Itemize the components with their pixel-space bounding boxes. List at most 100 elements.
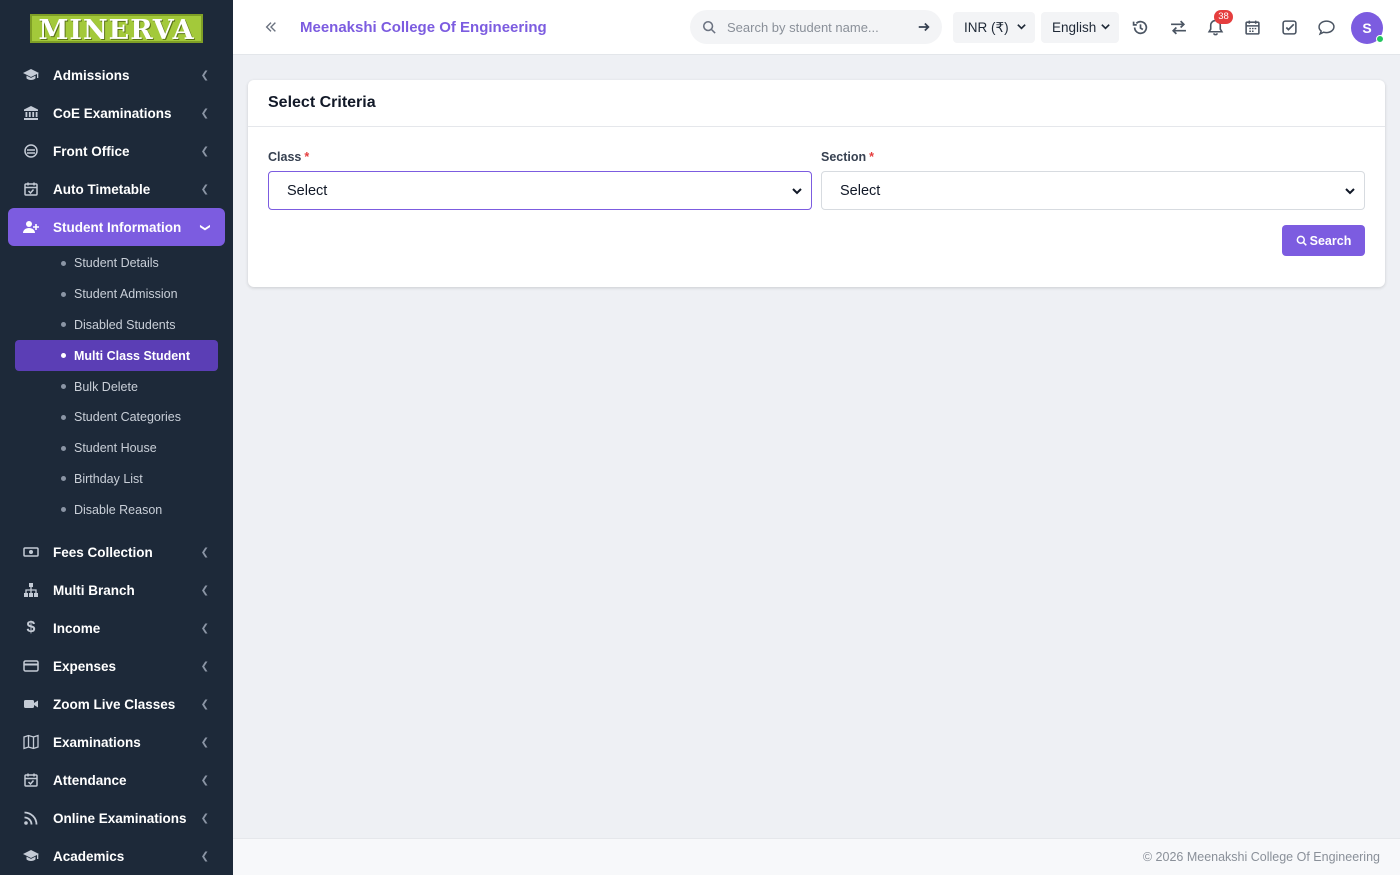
- select-criteria-card: Select Criteria Class * Select Section * S…: [248, 80, 1385, 287]
- required-marker: *: [869, 150, 875, 164]
- collapse-sidebar-icon[interactable]: [261, 17, 281, 37]
- sidebar-subitem-label: Student Details: [74, 256, 159, 271]
- chevron-left-icon: ❮: [200, 69, 209, 81]
- avatar-initial: S: [1362, 20, 1372, 36]
- sidebar-item-label: Online Examinations: [53, 810, 187, 826]
- sidebar-item-label: CoE Examinations: [53, 105, 172, 121]
- sidebar-item-label: Academics: [53, 848, 125, 864]
- bullet-icon: [61, 414, 66, 420]
- sidebar-subitem-birthday-list[interactable]: Birthday List: [15, 464, 218, 495]
- class-select[interactable]: Select: [268, 171, 812, 210]
- sidebar-item-income[interactable]: $ Income ❮: [0, 609, 233, 647]
- graduation-cap-icon: [22, 847, 40, 865]
- sidebar-item-label: Examinations: [53, 734, 141, 750]
- rss-icon: [22, 809, 40, 827]
- sidebar-item-attendance[interactable]: Attendance ❮: [0, 761, 233, 799]
- bullet-icon: [61, 445, 66, 451]
- chat-icon[interactable]: [1316, 17, 1336, 37]
- sidebar-subitem-disable-reason[interactable]: Disable Reason: [15, 494, 218, 525]
- arrow-right-icon[interactable]: [917, 20, 931, 34]
- sidebar-subitem-label: Birthday List: [74, 471, 143, 486]
- search-icon: [702, 20, 716, 34]
- currency-select[interactable]: INR (₹): [953, 12, 1035, 43]
- copyright-text: © 2026 Meenakshi College Of Engineering: [1142, 850, 1380, 864]
- chevron-down-icon: [1345, 188, 1355, 195]
- search-input[interactable]: [727, 19, 907, 35]
- sidebar-item-front-office[interactable]: Front Office ❮: [0, 132, 233, 170]
- language-select[interactable]: English: [1041, 12, 1119, 43]
- sidebar-item-online-examinations[interactable]: Online Examinations ❮: [0, 799, 233, 837]
- sidebar-submenu: Student Details Student Admission Disabl…: [0, 248, 233, 525]
- sidebar-nav-bottom: Fees Collection ❮ Multi Branch ❮ $ Incom…: [0, 533, 233, 875]
- section-label: Section *: [821, 150, 874, 164]
- sidebar-item-zoom-live-classes[interactable]: Zoom Live Classes ❮: [0, 685, 233, 723]
- chevron-down-icon: [792, 188, 802, 195]
- bullet-icon: [61, 291, 66, 297]
- calendar-check-icon: [22, 771, 40, 789]
- app-logo[interactable]: MINERVA: [30, 13, 203, 45]
- dollar-icon: $: [26, 619, 36, 637]
- class-select-value: Select: [287, 182, 328, 199]
- required-marker: *: [304, 150, 310, 164]
- sidebar-subitem-bulk-delete[interactable]: Bulk Delete: [15, 371, 218, 402]
- chevron-left-icon: ❮: [200, 812, 209, 824]
- sidebar-item-fees-collection[interactable]: Fees Collection ❮: [0, 533, 233, 571]
- sidebar-item-examinations[interactable]: Examinations ❮: [0, 723, 233, 761]
- sidebar-item-label: Multi Branch: [53, 582, 135, 598]
- sidebar-item-label: Fees Collection: [53, 544, 153, 560]
- sidebar-item-admissions[interactable]: Admissions ❮: [0, 56, 233, 94]
- calendar-icon[interactable]: [1242, 17, 1262, 37]
- sidebar-subitem-student-details[interactable]: Student Details: [15, 248, 218, 279]
- concierge-icon: [22, 142, 40, 160]
- student-search: [690, 10, 942, 44]
- search-button-label: Search: [1309, 233, 1352, 248]
- sidebar-subitem-multi-class-student[interactable]: Multi Class Student: [15, 340, 218, 372]
- sidebar-item-label: Front Office: [53, 143, 130, 159]
- sidebar-subitem-label: Student House: [74, 441, 157, 456]
- sidebar-subitem-label: Bulk Delete: [74, 379, 138, 394]
- page-footer: © 2026 Meenakshi College Of Engineering: [233, 838, 1400, 875]
- sidebar-subitem-student-house[interactable]: Student House: [15, 433, 218, 464]
- logo-container: MINERVA: [0, 0, 233, 56]
- bullet-icon: [61, 476, 66, 482]
- institution-icon: [22, 104, 40, 122]
- chevron-left-icon: ❮: [200, 546, 209, 558]
- user-avatar[interactable]: S: [1351, 12, 1384, 44]
- online-status-indicator: [1376, 35, 1384, 43]
- sidebar-subitem-label: Disabled Students: [74, 317, 176, 332]
- video-icon: [22, 695, 40, 713]
- sidebar-subitem-disabled-students[interactable]: Disabled Students: [15, 310, 218, 341]
- class-label: Class *: [268, 150, 309, 164]
- bullet-icon: [61, 384, 66, 390]
- sidebar-item-label: Income: [53, 620, 101, 636]
- user-plus-icon: [22, 218, 40, 236]
- sidebar-item-multi-branch[interactable]: Multi Branch ❮: [0, 571, 233, 609]
- sidebar-item-coe-examinations[interactable]: CoE Examinations ❮: [0, 94, 233, 132]
- chevron-down-icon: [1017, 24, 1026, 30]
- bullet-icon: [61, 507, 66, 513]
- sidebar-item-student-information[interactable]: Student Information ❮: [8, 208, 225, 246]
- chevron-left-icon: ❮: [200, 660, 209, 672]
- task-check-icon[interactable]: [1279, 17, 1299, 37]
- bell-icon[interactable]: 38: [1205, 10, 1233, 37]
- chevron-left-icon: ❮: [200, 736, 209, 748]
- language-value: English: [1052, 20, 1097, 35]
- search-icon: [1296, 235, 1307, 246]
- sidebar-subitem-student-categories[interactable]: Student Categories: [15, 402, 218, 433]
- sidebar-item-label: Zoom Live Classes: [53, 696, 176, 712]
- bullet-icon: [61, 322, 66, 328]
- sidebar-subitem-student-admission[interactable]: Student Admission: [15, 279, 218, 310]
- search-button[interactable]: Search: [1282, 225, 1365, 256]
- sidebar-subitem-label: Student Admission: [74, 287, 178, 302]
- history-icon[interactable]: [1130, 17, 1150, 37]
- sidebar-item-auto-timetable[interactable]: Auto Timetable ❮: [0, 170, 233, 208]
- chevron-down-icon: [1101, 24, 1110, 30]
- college-name[interactable]: Meenakshi College Of Engineering: [300, 19, 547, 36]
- card-title: Select Criteria: [248, 80, 1385, 127]
- section-select[interactable]: Select: [821, 171, 1365, 210]
- currency-value: INR (₹): [964, 19, 1009, 35]
- sidebar-item-expenses[interactable]: Expenses ❮: [0, 647, 233, 685]
- sidebar-item-academics[interactable]: Academics ❮: [0, 837, 233, 875]
- switch-icon[interactable]: [1168, 17, 1188, 37]
- chevron-left-icon: ❮: [200, 774, 209, 786]
